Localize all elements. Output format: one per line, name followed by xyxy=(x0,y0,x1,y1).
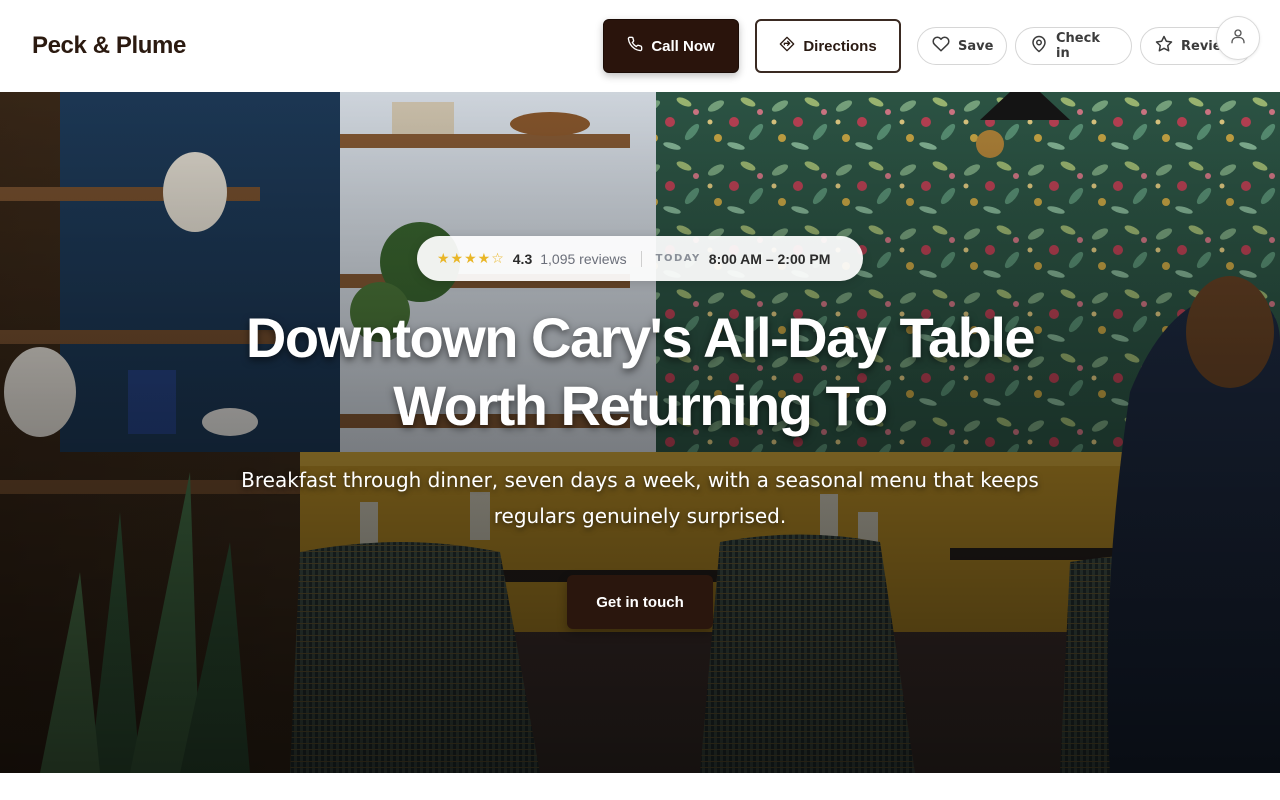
directions-button[interactable]: Directions xyxy=(755,19,901,73)
hero-headline: Downtown Cary's All-Day Table Worth Retu… xyxy=(140,304,1140,440)
map-pin-icon xyxy=(1030,35,1048,57)
opening-hours: 8:00 AM – 2:00 PM xyxy=(708,250,831,267)
hero-section: ★★★★☆ 4.3 1,095 reviews TODAY 8:00 AM – … xyxy=(0,92,1280,773)
save-button[interactable]: Save xyxy=(917,27,1007,65)
subline-line-2: regulars genuinely surprised. xyxy=(493,504,787,528)
badge-divider xyxy=(640,250,642,267)
rating-hours-badge: ★★★★☆ 4.3 1,095 reviews TODAY 8:00 AM – … xyxy=(417,236,863,281)
hero-subheadline: Breakfast through dinner, seven days a w… xyxy=(240,462,1040,534)
directions-icon xyxy=(779,36,795,56)
brand-logo[interactable]: Peck & Plume xyxy=(32,32,186,60)
directions-label: Directions xyxy=(803,37,877,55)
subline-line-1: Breakfast through dinner, seven days a w… xyxy=(241,468,1039,492)
call-now-label: Call Now xyxy=(651,37,715,55)
headline-line-1: Downtown Cary's All-Day Table xyxy=(245,306,1036,369)
star-icon xyxy=(1155,35,1173,57)
rating-value: 4.3 xyxy=(512,250,533,267)
site-header: Peck & Plume Call Now Directions Save Ch… xyxy=(0,0,1280,92)
call-now-button[interactable]: Call Now xyxy=(603,19,739,73)
account-button[interactable] xyxy=(1216,16,1260,60)
rating-stars: ★★★★☆ xyxy=(437,250,505,266)
save-label: Save xyxy=(958,38,994,54)
today-label: TODAY xyxy=(655,253,701,264)
get-in-touch-button[interactable]: Get in touch xyxy=(567,575,713,629)
review-count[interactable]: 1,095 reviews xyxy=(540,251,626,267)
heart-icon xyxy=(932,35,950,57)
user-icon xyxy=(1229,27,1247,50)
check-in-button[interactable]: Check in xyxy=(1015,27,1132,65)
check-in-label: Check in xyxy=(1056,31,1100,61)
phone-icon xyxy=(627,36,643,56)
headline-line-2: Worth Returning To xyxy=(393,374,888,437)
